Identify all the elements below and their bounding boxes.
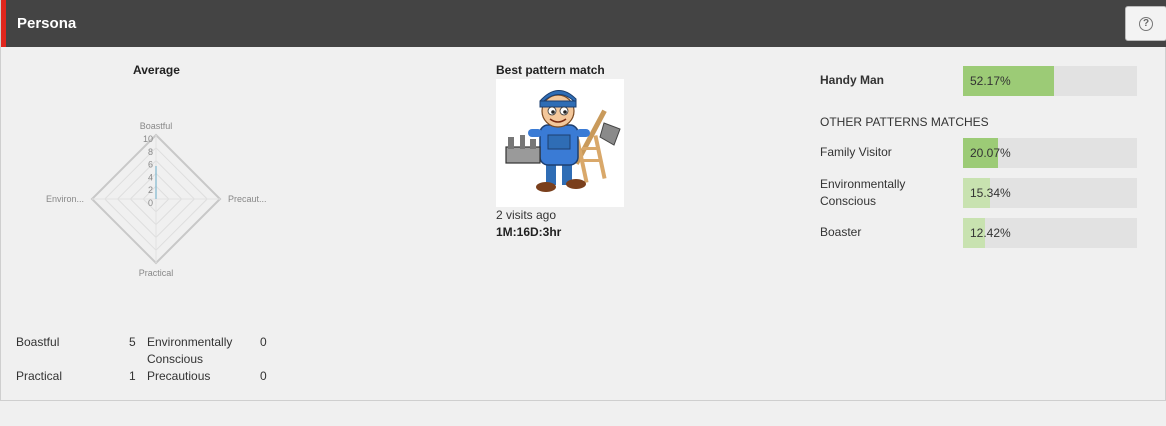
pattern-value: 12.42% — [970, 226, 1011, 240]
pattern-bar: 15.34% — [963, 178, 1137, 208]
stat-value: 5 — [129, 335, 136, 349]
radar-chart: 10 8 6 4 2 0 Boastful Precaut... Practical Envir… — [46, 121, 267, 278]
help-icon: ? — [1139, 16, 1153, 31]
pattern-bar: 20.07% — [963, 138, 1137, 168]
pattern-value: 15.34% — [970, 186, 1011, 200]
pattern-value: 52.17% — [970, 74, 1011, 88]
pattern-bar: 52.17% — [963, 66, 1137, 96]
pattern-label: Handy Man — [820, 73, 885, 87]
radar-tick-label: 4 — [148, 172, 153, 182]
persona-panel: Persona ? Average 10 8 6 4 2 0 Boastful Precau… — [0, 0, 1166, 401]
stat-label: Boastful — [16, 335, 60, 349]
radar-tick-label: 6 — [148, 160, 153, 170]
radar-tick-label: 8 — [148, 147, 153, 157]
average-title: Average — [133, 63, 180, 77]
stat-label: Precautious — [147, 369, 211, 383]
handyman-icon — [505, 90, 621, 192]
stat-label: Conscious — [147, 352, 204, 366]
help-button[interactable]: ? — [1125, 6, 1166, 41]
stat-label: Environmentally — [147, 335, 233, 349]
radar-tick-label: 2 — [148, 185, 153, 195]
stat-value: 0 — [260, 369, 267, 383]
stat-label: Practical — [16, 369, 63, 383]
radar-axis-label: Boastful — [140, 121, 173, 131]
radar-tick-label: 10 — [143, 134, 153, 144]
radar-axis-label: Practical — [139, 268, 174, 278]
panel-title: Persona — [17, 15, 77, 32]
persona-illustration — [496, 79, 624, 207]
pattern-label: Family Visitor — [820, 145, 892, 159]
duration-text: 1M:16D:3hr — [496, 225, 562, 239]
pattern-bar: 12.42% — [963, 218, 1137, 248]
pattern-value: 20.07% — [970, 146, 1011, 160]
best-match-title: Best pattern match — [496, 63, 605, 77]
radar-axis-label: Precaut... — [228, 194, 267, 204]
last-visit-text: 2 visits ago — [496, 208, 557, 222]
panel-header: Persona ? — [1, 0, 1166, 47]
other-patterns-title: OTHER PATTERNS MATCHES — [820, 115, 989, 129]
pattern-label: Boaster — [820, 225, 862, 239]
stat-value: 0 — [260, 335, 267, 349]
radar-tick-label: 0 — [148, 198, 153, 208]
radar-axis-label: Environ... — [46, 194, 84, 204]
pattern-label: Environmentally Conscious — [820, 177, 906, 208]
stat-value: 1 — [129, 369, 136, 383]
